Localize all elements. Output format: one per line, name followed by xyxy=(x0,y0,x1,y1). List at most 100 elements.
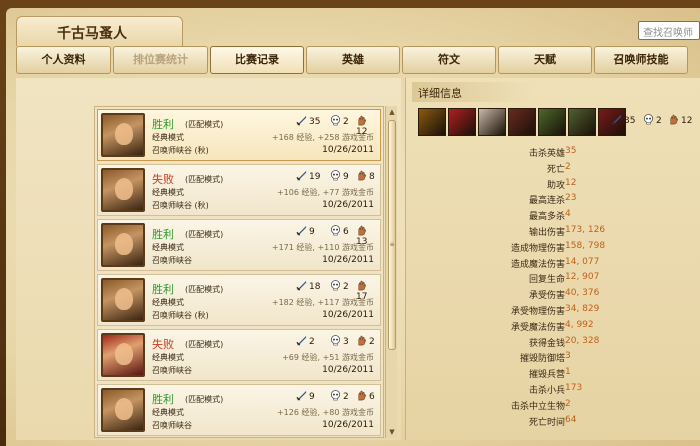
skull-icon xyxy=(644,114,653,125)
match-deaths: 6 xyxy=(330,225,349,237)
match-date: 10/26/2011 xyxy=(322,310,374,320)
tab-talents[interactable]: 天赋 xyxy=(498,46,592,74)
hand-icon xyxy=(358,225,366,236)
tab-champions[interactable]: 英雄 xyxy=(306,46,400,74)
stat-value: 14, 077 xyxy=(565,256,600,267)
stat-row: 摧毁防御塔 3 xyxy=(405,351,700,364)
stat-label: 承受伤害 xyxy=(528,291,565,302)
skull-icon xyxy=(331,280,340,291)
match-deaths: 2 xyxy=(330,390,349,402)
skull-icon xyxy=(331,225,340,236)
match-deaths-value: 2 xyxy=(343,392,349,402)
stat-label: 死亡时间 xyxy=(528,417,565,428)
match-mode: (匹配模式) xyxy=(185,285,224,294)
champion-portrait xyxy=(101,168,145,212)
match-row[interactable]: 胜利 (匹配模式) 经典模式 召唤师峡谷 (秋) 18 2 17 +182 经验… xyxy=(97,274,381,326)
summary-assists: 12 xyxy=(668,114,692,126)
stat-row: 造成魔法伤害 14, 077 xyxy=(405,257,700,270)
match-row[interactable]: 胜利 (匹配模式) 经典模式 召唤师峡谷 9 2 6 +126 经验, +80 … xyxy=(97,384,381,436)
stat-row: 助攻 12 xyxy=(405,178,700,191)
sword-icon xyxy=(296,170,307,181)
match-type: 经典模式 xyxy=(152,353,184,362)
match-deaths: 2 xyxy=(330,115,349,127)
detail-header: 详细信息 xyxy=(412,82,532,102)
match-mode: (匹配模式) xyxy=(185,395,224,404)
match-row[interactable]: 失败 (匹配模式) 经典模式 召唤师峡谷 (秋) 19 9 8 +106 经验,… xyxy=(97,164,381,216)
tab-profile[interactable]: 个人资料 xyxy=(16,46,111,74)
item-slot-icon[interactable] xyxy=(478,108,506,136)
scroll-up-arrow[interactable]: ▲ xyxy=(388,108,396,116)
match-mode: (匹配模式) xyxy=(185,230,224,239)
match-type: 经典模式 xyxy=(152,408,184,417)
scroll-down-arrow[interactable]: ▼ xyxy=(388,428,396,436)
tab-bar: 个人资料 排位赛统计 比赛记录 英雄 符文 天赋 召唤师技能 xyxy=(16,46,700,76)
stat-value: 158, 798 xyxy=(565,240,606,251)
item-slot-icon[interactable] xyxy=(538,108,566,136)
stat-row: 输出伤害 173, 126 xyxy=(405,225,700,238)
stat-label: 最高多杀 xyxy=(528,212,565,223)
match-rewards: +106 经验, +77 游戏金币 xyxy=(276,188,374,197)
match-row[interactable]: 失败 (匹配模式) 经典模式 召唤师峡谷 2 3 2 +69 经验, +51 游… xyxy=(97,329,381,381)
scroll-thumb[interactable]: ≡ xyxy=(388,120,396,350)
match-row[interactable]: 胜利 (匹配模式) 经典模式 召唤师峡谷 (秋) 35 2 12 +168 经验… xyxy=(97,109,381,161)
stat-label: 造成魔法伤害 xyxy=(510,259,565,270)
item-slot-icon[interactable] xyxy=(418,108,446,136)
stat-label: 承受物理伤害 xyxy=(510,307,565,317)
stat-label: 助攻 xyxy=(546,180,565,191)
match-rewards: +126 经验, +80 游戏金币 xyxy=(276,408,374,417)
summary-deaths-value: 2 xyxy=(656,116,662,126)
match-map: 召唤师峡谷 (秋) xyxy=(152,146,209,155)
match-deaths-value: 3 xyxy=(343,337,349,347)
tab-summoner-spells[interactable]: 召唤师技能 xyxy=(594,46,688,74)
match-date: 10/26/2011 xyxy=(322,145,374,155)
stat-label: 输出伤害 xyxy=(528,228,565,238)
search-input[interactable]: 查找召唤师 xyxy=(638,21,700,40)
item-slot-icon[interactable] xyxy=(568,108,596,136)
stat-value: 4 xyxy=(565,209,571,220)
hand-icon xyxy=(358,280,366,291)
hand-icon xyxy=(670,114,678,125)
champion-portrait xyxy=(101,278,145,322)
champion-portrait xyxy=(101,113,145,157)
match-type: 经典模式 xyxy=(152,133,184,142)
stat-value: 2 xyxy=(565,161,571,172)
match-deaths-value: 6 xyxy=(343,227,349,237)
tab-match-history[interactable]: 比赛记录 xyxy=(210,46,304,74)
match-kills: 18 xyxy=(296,280,320,292)
match-deaths-value: 9 xyxy=(343,172,349,182)
stat-label: 击杀英雄 xyxy=(528,149,565,159)
match-type: 经典模式 xyxy=(152,298,184,307)
scrollbar[interactable]: ▲ ≡ ▼ xyxy=(385,106,397,438)
stat-value: 12, 907 xyxy=(565,272,600,283)
champion-portrait xyxy=(101,333,145,377)
stat-row: 死亡时间 64 xyxy=(405,415,700,428)
stat-row: 获得金钱 20, 328 xyxy=(405,336,700,349)
stat-label: 造成物理伤害 xyxy=(510,243,565,254)
match-rewards: +171 经验, +110 游戏金币 xyxy=(271,243,374,252)
match-row[interactable]: 胜利 (匹配模式) 经典模式 召唤师峡谷 9 6 13 +171 经验, +11… xyxy=(97,219,381,271)
stat-label: 摧毁防御塔 xyxy=(519,354,565,365)
match-result: 胜利 xyxy=(152,118,174,131)
match-kills-value: 2 xyxy=(309,337,315,347)
match-result: 胜利 xyxy=(152,393,174,406)
match-kills-value: 19 xyxy=(309,172,321,182)
match-kills: 9 xyxy=(296,225,315,237)
skull-icon xyxy=(331,390,340,401)
match-rewards: +69 经验, +51 游戏金币 xyxy=(282,353,374,362)
stat-row: 摧毁兵营 1 xyxy=(405,367,700,380)
item-slot-icon[interactable] xyxy=(448,108,476,136)
match-type: 经典模式 xyxy=(152,243,184,252)
tab-ranked-stats[interactable]: 排位赛统计 xyxy=(113,46,208,74)
stat-row: 最高连杀 23 xyxy=(405,193,700,206)
skull-icon xyxy=(331,115,340,126)
stat-label: 摧毁兵营 xyxy=(528,370,565,381)
stat-row: 死亡 2 xyxy=(405,162,700,175)
tab-runes[interactable]: 符文 xyxy=(402,46,496,74)
match-assists: 6 xyxy=(356,390,375,402)
match-date: 10/26/2011 xyxy=(322,200,374,210)
stat-label: 最高连杀 xyxy=(528,196,565,207)
item-slot-icon[interactable] xyxy=(508,108,536,136)
stat-value: 2 xyxy=(565,398,571,409)
match-list: 胜利 (匹配模式) 经典模式 召唤师峡谷 (秋) 35 2 12 +168 经验… xyxy=(94,106,384,438)
match-kills: 9 xyxy=(296,390,315,402)
